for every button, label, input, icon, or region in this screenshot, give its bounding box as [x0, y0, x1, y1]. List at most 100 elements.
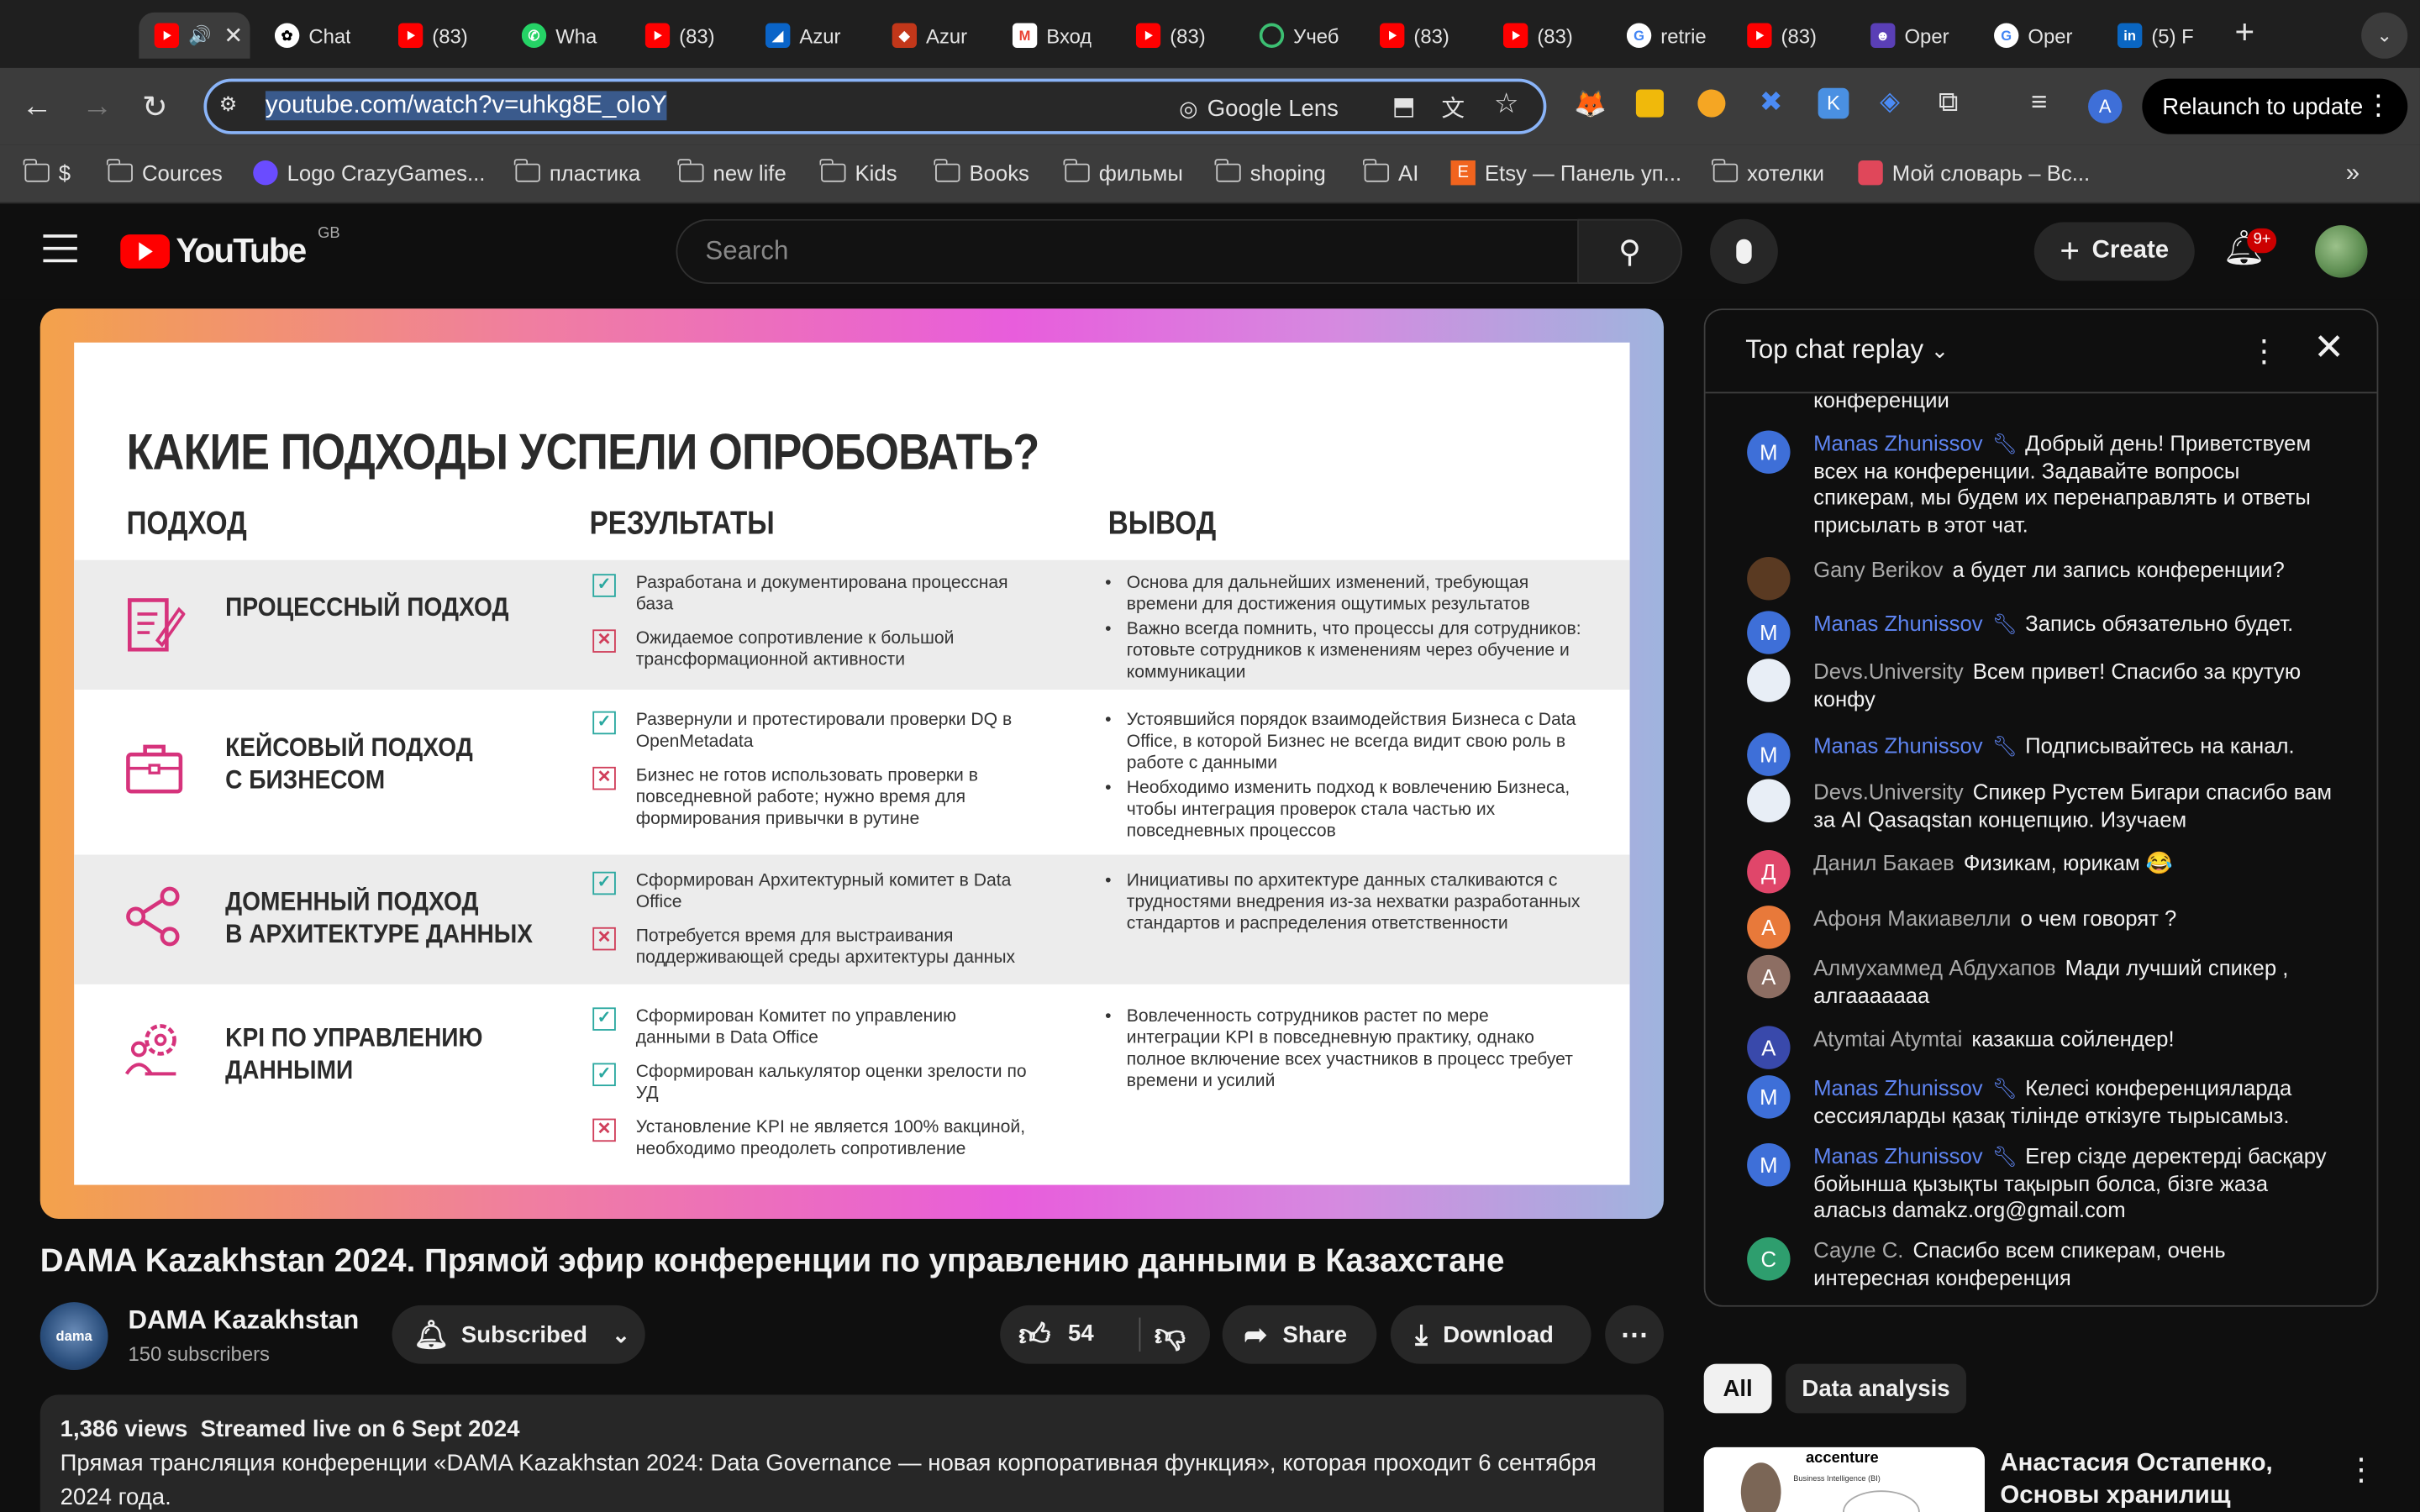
forward-arrow-icon[interactable]: → [82, 90, 113, 125]
media-control-icon[interactable]: ≡ [2031, 87, 2047, 119]
folder-icon [1712, 159, 1739, 182]
back-arrow-icon[interactable]: ← [22, 90, 53, 125]
dislike-thumb-icon[interactable]: 👎︎ [1155, 1318, 1186, 1355]
bookmark-star-icon[interactable]: ☆ [1494, 88, 1519, 121]
binance-extension-icon[interactable] [1635, 89, 1664, 118]
bookmark-folder[interactable]: Kids [820, 159, 897, 185]
search-button[interactable]: ⚲ [1577, 218, 1683, 284]
profile-avatar-icon[interactable]: A [2088, 89, 2123, 123]
tab-1[interactable]: ✿ Chat [274, 13, 374, 59]
tab-10[interactable]: (83) [1380, 13, 1479, 59]
relaunch-to-update-button[interactable]: Relaunch to update ⋮ [2142, 78, 2408, 134]
tab-close-icon[interactable]: ✕ [224, 22, 243, 50]
tab-search-chevron-icon[interactable]: ⌄ [2361, 12, 2408, 59]
bookmark-folder[interactable]: AI [1363, 159, 1418, 185]
tab-3[interactable]: ✆ Wha [521, 13, 621, 59]
azure-devops-favicon-icon: ◆ [892, 23, 917, 48]
author-avatar: С [1747, 1237, 1791, 1281]
bookmark-link[interactable]: E Etsy — Панель уп... [1450, 160, 1681, 186]
conclusion-item: Инициативы по архитектуре данных сталкив… [1105, 870, 1583, 935]
bookmark-folder[interactable]: хотелки [1712, 159, 1824, 185]
tab-11[interactable]: (83) [1502, 13, 1602, 59]
description-box[interactable]: 1,386 views Streamed live on 6 Sept 2024… [39, 1394, 1664, 1512]
bookmark-folder[interactable]: Cources [107, 159, 223, 185]
k-extension-icon[interactable]: K [1818, 87, 1849, 119]
bookmark-folder[interactable]: shoping [1215, 159, 1326, 185]
download-button[interactable]: ⤓ Download [1390, 1305, 1591, 1364]
extensions-puzzle-icon[interactable]: ⧉ [1939, 87, 1959, 119]
tab-15[interactable]: G Oper [1994, 13, 2081, 59]
recommended-video-title[interactable]: Анастасия Остапенко, Основы хранилищ дан… [2000, 1447, 2339, 1512]
channel-name[interactable]: DAMA Kazakhstan [128, 1305, 359, 1336]
filter-chip-data-analysis[interactable]: Data analysis [1786, 1363, 1966, 1414]
hamburger-menu-icon[interactable] [43, 234, 77, 263]
channel-avatar[interactable]: dama [39, 1302, 108, 1370]
thumbnail-diagram [1843, 1490, 1920, 1512]
tab-14[interactable]: ☻ Oper [1870, 13, 1957, 59]
google-lens-button[interactable]: ◎ Google Lens [1179, 88, 1339, 129]
tab-8[interactable]: (83) [1135, 13, 1235, 59]
tab-5[interactable]: ◢ Azur [765, 13, 858, 59]
slide-row: КЕЙСОВЫЙ ПОДХОД С БИЗНЕСОМ ✓ Развернули и… [74, 704, 1629, 855]
bookmark-folder[interactable]: $ [24, 159, 71, 185]
plus-icon: + [2060, 231, 2080, 270]
author-avatar: M [1747, 1142, 1791, 1187]
coin-extension-icon[interactable] [1697, 89, 1726, 118]
new-tab-icon[interactable]: + [2235, 13, 2255, 53]
address-bar[interactable]: ⚙ youtube.com/watch?v=uhkg8E_oIoY ◎ Goog… [203, 78, 1547, 134]
search-input[interactable]: Search [676, 218, 1578, 284]
site-info-icon[interactable]: ⚙ [219, 92, 250, 120]
filter-chip-all[interactable]: All [1703, 1363, 1772, 1414]
more-bookmarks-chevron-icon[interactable]: » [2346, 160, 2360, 188]
share-button[interactable]: ➦ Share [1222, 1305, 1377, 1364]
reload-icon[interactable]: ↻ [142, 88, 168, 127]
tab-active-youtube[interactable]: 🔊 ✕ [139, 12, 250, 59]
conclusion-item: Устоявшийся порядок взаимодействия Бизне… [1105, 710, 1583, 774]
diamond-extension-icon[interactable]: ◈ [1880, 87, 1900, 118]
more-actions-button[interactable]: ⋯ [1605, 1305, 1664, 1364]
bookmark-link[interactable]: Мой словарь – Вс... [1858, 160, 2090, 186]
recommended-video-thumbnail[interactable]: accenture Business Intelligence (BI) [1703, 1446, 1985, 1512]
chat-mode-dropdown[interactable]: Top chat replay ⌄ [1745, 335, 1949, 366]
bookmark-folder[interactable]: пластика [514, 159, 640, 185]
account-avatar[interactable] [2315, 225, 2368, 278]
tab-4[interactable]: (83) [644, 13, 744, 59]
tab-6[interactable]: ◆ Azur [892, 13, 985, 59]
url-text[interactable]: youtube.com/watch?v=uhkg8E_oIoY [265, 91, 667, 121]
column-header-results: РЕЗУЛЬТАТЫ [589, 506, 775, 542]
voice-search-button[interactable] [1710, 218, 1778, 284]
translate-icon[interactable]: 文 [1441, 91, 1465, 123]
browser-menu-icon[interactable]: ⋮ [2365, 90, 2392, 123]
tab-13[interactable]: (83) [1747, 13, 1846, 59]
recommended-more-icon[interactable]: ⋮ [2346, 1450, 2377, 1488]
puzzle-blue-extension-icon[interactable]: ✖ [1760, 87, 1783, 119]
live-chat-panel: Top chat replay ⌄ ⋮ ✕ конференции M Manas… [1703, 308, 2379, 1307]
slide-title: КАКИЕ ПОДХОДЫ УСПЕЛИ ОПРОБОВАТЬ? [126, 423, 1040, 480]
folder-icon [934, 159, 960, 182]
metamask-extension-icon[interactable]: 🦊 [1574, 90, 1607, 121]
tab-12[interactable]: G retrie [1626, 13, 1710, 59]
download-icon: ⤓ [1415, 1318, 1428, 1350]
bookmark-folder[interactable]: new life [678, 159, 786, 185]
youtube-logo[interactable]: YouTube GB [120, 225, 340, 272]
create-button[interactable]: + Create [2033, 222, 2195, 281]
browser-toolbar: ← → ↻ ⚙ youtube.com/watch?v=uhkg8E_oIoY … [0, 67, 2420, 145]
video-player[interactable]: КАКИЕ ПОДХОДЫ УСПЕЛИ ОПРОБОВАТЬ? ПОДХОД … [39, 308, 1664, 1219]
cross-icon: ✕ [592, 629, 616, 653]
tab-16[interactable]: in (5) F [2117, 13, 2210, 59]
bookmark-folder[interactable]: Books [934, 159, 1029, 185]
bookmark-link[interactable]: Logo CrazyGames... [253, 160, 485, 186]
tab-7[interactable]: M Вход [1012, 13, 1105, 59]
close-chat-icon[interactable]: ✕ [2313, 326, 2344, 370]
youtube-favicon-icon [1135, 23, 1161, 48]
bookmark-folder[interactable]: фильмы [1064, 159, 1183, 185]
tab-9[interactable]: Учеб [1259, 13, 1346, 59]
google-favicon-icon: G [1994, 23, 2019, 48]
install-app-icon[interactable]: ⬒ [1392, 91, 1416, 122]
like-thumb-icon[interactable]: 👍︎ [1018, 1318, 1050, 1355]
dictionary-icon [1858, 160, 1883, 186]
chat-more-icon[interactable]: ⋮ [2249, 332, 2280, 370]
folder-icon [514, 159, 540, 182]
tab-2[interactable]: (83) [397, 13, 497, 59]
subscribed-button[interactable]: 🔔︎ Subscribed ⌄ [392, 1305, 645, 1364]
